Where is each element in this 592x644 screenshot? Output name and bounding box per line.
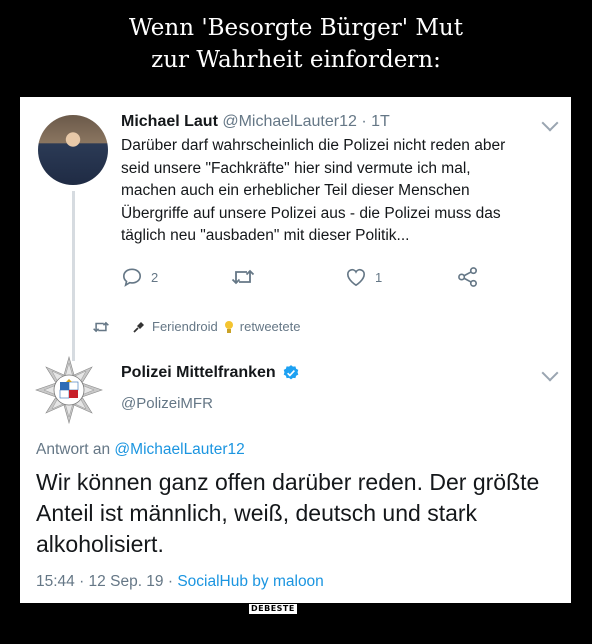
- reply-mention-link[interactable]: @MichaelLauter12: [114, 441, 244, 458]
- reply-icon: [122, 268, 142, 287]
- avatar[interactable]: [38, 115, 108, 185]
- tweet2-author-name[interactable]: Polizei Mittelfranken: [121, 364, 276, 382]
- police-star-logo[interactable]: [34, 355, 104, 425]
- reply-prefix: Antwort an: [36, 441, 111, 458]
- tweet2-meta: 15:44 · 12 Sep. 19 · SocialHub by maloon: [36, 573, 324, 591]
- tweet1-author-name[interactable]: Michael Laut: [121, 113, 218, 130]
- chevron-down-icon[interactable]: [541, 114, 559, 132]
- plug-icon: [133, 321, 144, 333]
- tweet1-header[interactable]: Michael Laut @MichaelLauter12 · 1T: [121, 113, 390, 131]
- tweet2-body: Wir können ganz offen darüber reden. Der…: [36, 469, 540, 557]
- tweet1-handle-time: @MichaelLauter12 · 1T: [222, 113, 390, 130]
- reply-to-line: Antwort an @MichaelLauter12: [36, 441, 245, 459]
- tweet2-source-link[interactable]: SocialHub by maloon: [177, 573, 323, 590]
- share-icon: [458, 267, 477, 287]
- bulb-icon: [224, 320, 233, 333]
- retweet-action-label: retweetete: [239, 319, 301, 334]
- share-button[interactable]: [457, 267, 479, 287]
- retweet-icon: [231, 269, 255, 285]
- retweeter-name: Feriendroid: [152, 319, 218, 334]
- thread-connector-line: [72, 191, 75, 361]
- tweet1-actions: 2 1: [121, 267, 561, 291]
- headline-line-2: zur Wahrheit einfordern:: [151, 47, 441, 73]
- like-icon: [347, 268, 365, 287]
- like-count: 1: [375, 269, 383, 285]
- tweet2-timestamp[interactable]: 15:44 · 12 Sep. 19 ·: [36, 573, 177, 590]
- reply-button[interactable]: 2: [121, 267, 158, 287]
- headline: Wenn 'Besorgte Bürger' Mut zur Wahrheit …: [0, 12, 592, 76]
- reply-count: 2: [151, 269, 159, 285]
- chevron-down-icon[interactable]: [541, 364, 559, 382]
- tweet1-body: Darüber darf wahrscheinlich die Polizei …: [121, 137, 506, 244]
- headline-line-1: Wenn 'Besorgte Bürger' Mut: [129, 15, 463, 41]
- verified-icon: [283, 365, 298, 380]
- tweet2-author[interactable]: Polizei Mittelfranken: [121, 364, 300, 382]
- like-button[interactable]: 1: [345, 267, 382, 287]
- retweet-button[interactable]: [231, 267, 255, 287]
- retweet-icon: [93, 321, 109, 332]
- tweet-screenshot-card: Michael Laut @MichaelLauter12 · 1T Darüb…: [20, 97, 571, 603]
- watermark: DEBESTE: [248, 603, 298, 615]
- retweeted-by-bar[interactable]: Feriendroid retweetete: [92, 319, 300, 334]
- tweet2-handle[interactable]: @PolizeiMFR: [121, 395, 213, 412]
